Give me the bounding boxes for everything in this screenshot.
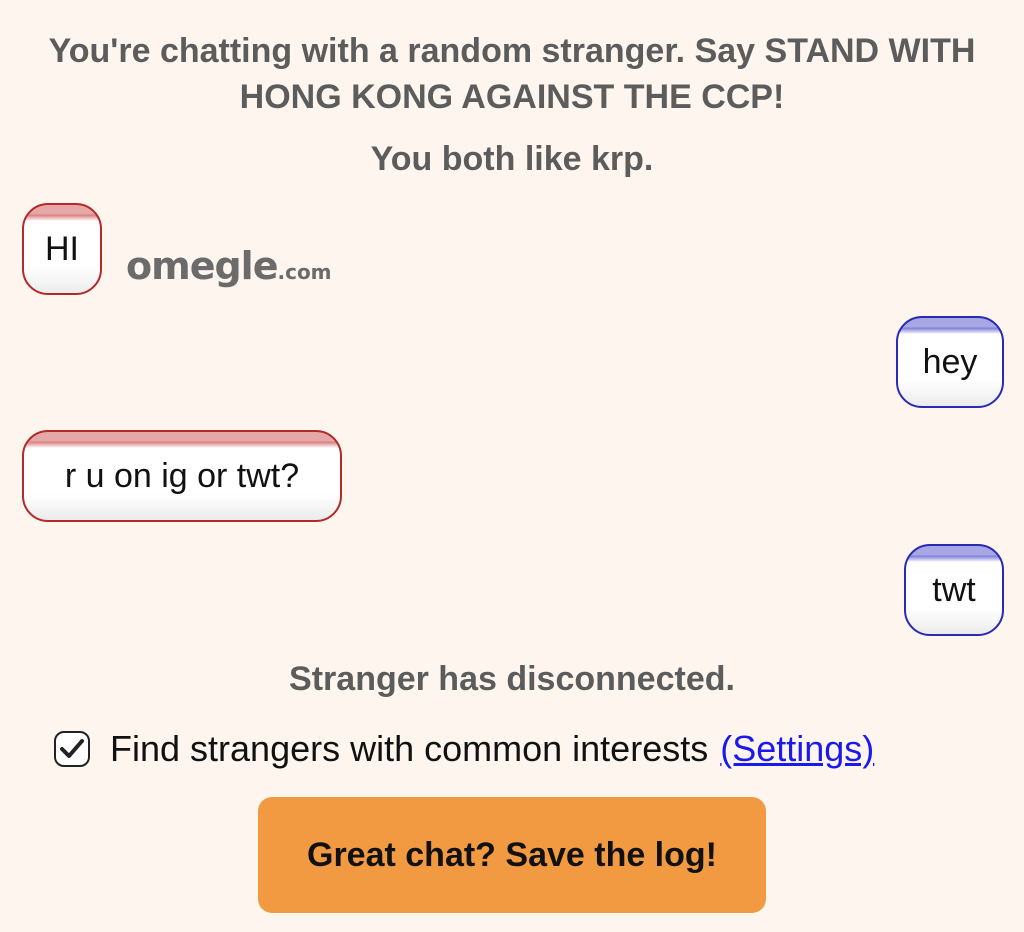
message-text: HI [45,229,79,268]
disconnect-status: Stranger has disconnected. [289,660,735,698]
message-text: hey [922,342,978,381]
settings-link[interactable]: (Settings) [720,728,874,770]
stranger-message: HI [22,203,102,295]
omegle-logo: omegle.com [126,244,332,294]
chat-page: You're chatting with a random stranger. … [0,0,1024,932]
logo-name: omegle [126,244,278,288]
common-interests-option: Find strangers with common interests (Se… [54,724,874,774]
save-log-button[interactable]: Great chat? Save the log! [258,797,766,913]
you-message: hey [896,316,1004,408]
intro-line-2: HONG KONG AGAINST THE CCP! [239,78,785,116]
intro-line-1: You're chatting with a random stranger. … [48,32,976,70]
stranger-message: r u on ig or twt? [22,430,342,522]
common-interests-checkbox[interactable] [54,731,90,767]
checkmark-icon [60,739,84,758]
message-text: twt [932,570,976,609]
common-interests-label: Find strangers with common interests [110,728,709,769]
save-log-button-label: Great chat? Save the log! [307,835,717,874]
common-interests-text: You both like krp. [370,140,654,178]
intro-message: You're chatting with a random stranger. … [0,28,1024,120]
message-text: r u on ig or twt? [64,456,300,495]
you-message: twt [904,544,1004,636]
logo-suffix: .com [277,260,332,284]
